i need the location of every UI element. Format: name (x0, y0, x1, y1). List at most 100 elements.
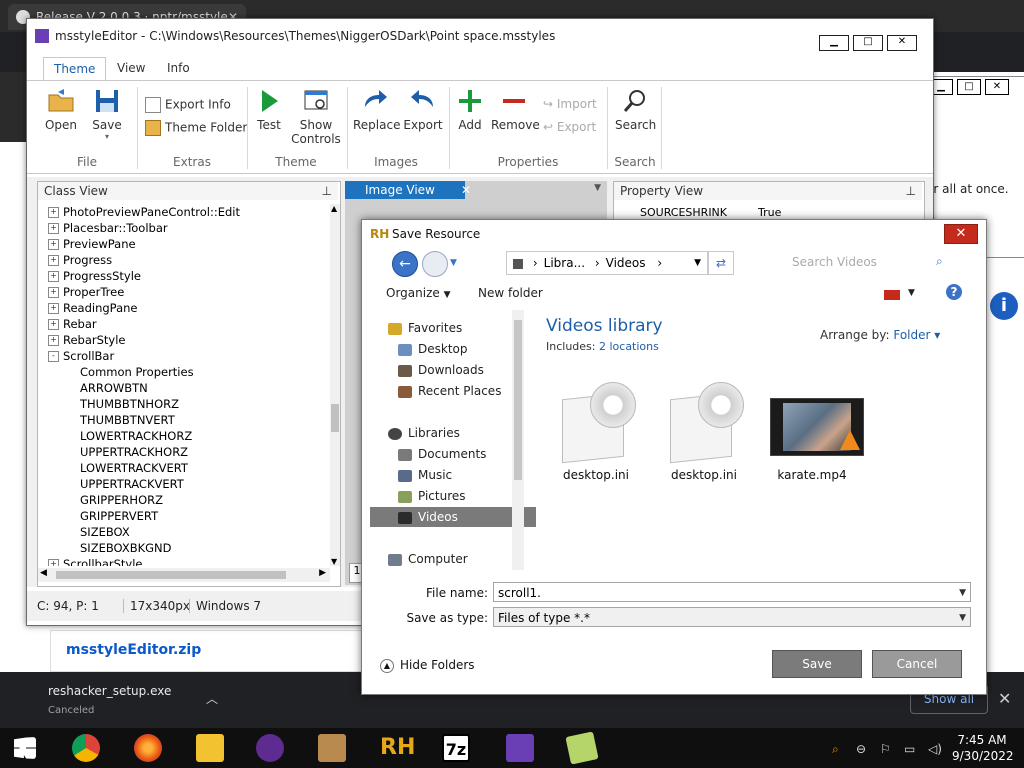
save-button[interactable]: Save (772, 650, 862, 678)
scrollbar-thumb[interactable] (56, 571, 286, 579)
import-button[interactable]: ↪ Import (543, 97, 597, 111)
tray-icon[interactable]: ⊖ (856, 742, 866, 756)
file-item[interactable]: desktop.ini (654, 382, 754, 482)
tree-node[interactable]: + Rebar (48, 316, 97, 332)
theme-folder-button[interactable]: Theme Folder (145, 120, 247, 136)
tab-info[interactable]: Info (157, 57, 200, 79)
chrome-icon[interactable] (72, 734, 100, 762)
hide-folders-button[interactable]: ▲ Hide Folders (380, 658, 475, 673)
tree-node[interactable]: ARROWBTN (80, 380, 148, 396)
tree-node[interactable]: UPPERTRACKVERT (80, 476, 184, 492)
chevron-down-icon[interactable]: ▼ (694, 252, 701, 274)
scrollbar-thumb[interactable] (331, 404, 339, 432)
tree-node[interactable]: + ProperTree (48, 284, 124, 300)
minimize-button[interactable]: ▁ (819, 35, 849, 51)
image-view-tab[interactable]: Image View ✕ (345, 181, 471, 199)
zip-download-link[interactable]: msstyleEditor.zip (66, 642, 201, 658)
search-icon[interactable]: ⌕ (936, 254, 943, 269)
view-options-icon[interactable] (884, 290, 900, 300)
app-icon[interactable] (318, 734, 346, 762)
remove-button[interactable]: Remove (491, 87, 540, 132)
notes-icon[interactable] (565, 731, 599, 765)
tree-node[interactable]: + Placesbar::Toolbar (48, 220, 168, 236)
expand-icon[interactable]: + (48, 223, 59, 234)
expand-icon[interactable]: + (48, 319, 59, 330)
nav-favorites[interactable]: Favorites (370, 318, 526, 338)
chevron-right-icon[interactable]: ▶ (319, 568, 326, 578)
download-file-name[interactable]: reshacker_setup.exe (48, 684, 171, 698)
back-button[interactable]: ← (392, 251, 418, 277)
replace-button[interactable]: Replace (353, 87, 400, 132)
maximize-icon[interactable]: □ (957, 79, 981, 95)
chevron-down-icon[interactable]: ▼ (959, 583, 966, 603)
arrange-by-dropdown[interactable]: Folder ▾ (893, 328, 940, 342)
tray-icon[interactable]: ⚐ (880, 742, 891, 756)
nav-computer[interactable]: Computer (370, 549, 526, 569)
expand-icon[interactable]: + (48, 303, 59, 314)
close-icon[interactable]: ✕ (985, 79, 1009, 95)
tree-horizontal-scrollbar[interactable]: ◀ ▶ (38, 568, 330, 582)
expand-icon[interactable]: + (48, 207, 59, 218)
show-controls-button[interactable]: Show Controls (291, 87, 341, 146)
tree-node[interactable]: + PreviewPane (48, 236, 136, 252)
breadcrumb-videos[interactable]: Videos (606, 256, 646, 270)
msstyle-editor-icon[interactable] (506, 734, 534, 762)
close-tab-icon[interactable]: ✕ (461, 181, 471, 199)
chevron-down-icon[interactable]: ▼ (594, 183, 601, 193)
maximize-button[interactable]: □ (853, 35, 883, 51)
search-input[interactable]: Search Videos (784, 251, 954, 273)
close-icon[interactable]: ✕ (998, 689, 1011, 708)
file-explorer-icon[interactable] (196, 734, 224, 762)
tree-node[interactable]: THUMBBTNVERT (80, 412, 175, 428)
export-button[interactable]: Export (403, 87, 443, 132)
tab-view[interactable]: View (107, 57, 155, 79)
tab-theme[interactable]: Theme (43, 57, 107, 81)
chevron-up-icon[interactable]: ︿ (206, 690, 218, 707)
expand-icon[interactable]: + (48, 287, 59, 298)
nav-scrollbar[interactable] (512, 310, 524, 570)
breadcrumb-libraries[interactable]: Libra... (544, 256, 585, 270)
tree-node[interactable]: GRIPPERVERT (80, 508, 158, 524)
expand-icon[interactable]: + (48, 335, 59, 346)
tree-node[interactable]: + ProgressStyle (48, 268, 141, 284)
tree-node[interactable]: + Progress (48, 252, 112, 268)
tree-node[interactable]: + ReadingPane (48, 300, 138, 316)
tree-node[interactable]: LOWERTRACKVERT (80, 460, 188, 476)
expand-icon[interactable]: + (48, 239, 59, 250)
tree-vertical-scrollbar[interactable]: ▲ ▼ (330, 204, 340, 566)
tree-node[interactable]: SIZEBOXBKGND (80, 540, 172, 556)
tree-node[interactable]: LOWERTRACKHORZ (80, 428, 192, 444)
reshacker-icon[interactable]: RH (380, 734, 415, 762)
network-icon[interactable]: ▭ (904, 742, 915, 756)
close-button[interactable]: ✕ (887, 35, 917, 51)
chevron-left-icon[interactable]: ◀ (40, 568, 47, 578)
cancel-button[interactable]: Cancel (872, 650, 962, 678)
pin-icon[interactable]: ⊥ (322, 182, 332, 200)
tree-node[interactable]: + ScrollbarStyle (48, 556, 142, 566)
start-icon[interactable] (14, 737, 36, 759)
tree-node[interactable]: GRIPPERHORZ (80, 492, 163, 508)
forward-button[interactable] (422, 251, 448, 277)
chevron-up-icon[interactable]: ▲ (331, 204, 337, 213)
expand-icon[interactable]: + (48, 559, 59, 566)
tree-node[interactable]: + RebarStyle (48, 332, 126, 348)
system-clock[interactable]: 7:45 AM 9/30/2022 (952, 732, 1014, 764)
export-property-button[interactable]: ↩ Export (543, 120, 596, 134)
help-icon[interactable]: ? (946, 284, 962, 300)
firefox-icon[interactable] (134, 734, 162, 762)
pin-icon[interactable]: ⊥ (906, 182, 916, 200)
expand-icon[interactable]: + (48, 271, 59, 282)
organize-menu[interactable]: Organize ▼ (386, 286, 451, 300)
save-button[interactable]: Save ▾ (89, 87, 125, 141)
tree-node[interactable]: Common Properties (80, 364, 194, 380)
open-button[interactable]: Open (43, 87, 79, 132)
nav-libraries[interactable]: Libraries (370, 423, 526, 443)
chevron-down-icon[interactable]: ▼ (959, 608, 966, 628)
export-info-button[interactable]: Export Info (145, 97, 231, 113)
file-item[interactable]: karate.mp4 (762, 382, 864, 482)
scrollbar-thumb[interactable] (514, 320, 522, 480)
close-button[interactable]: ✕ (944, 224, 978, 244)
yahoo-icon[interactable] (256, 734, 284, 762)
chevron-down-icon[interactable]: ▾ (89, 132, 125, 141)
file-name-input[interactable]: scroll1. ▼ (493, 582, 971, 602)
